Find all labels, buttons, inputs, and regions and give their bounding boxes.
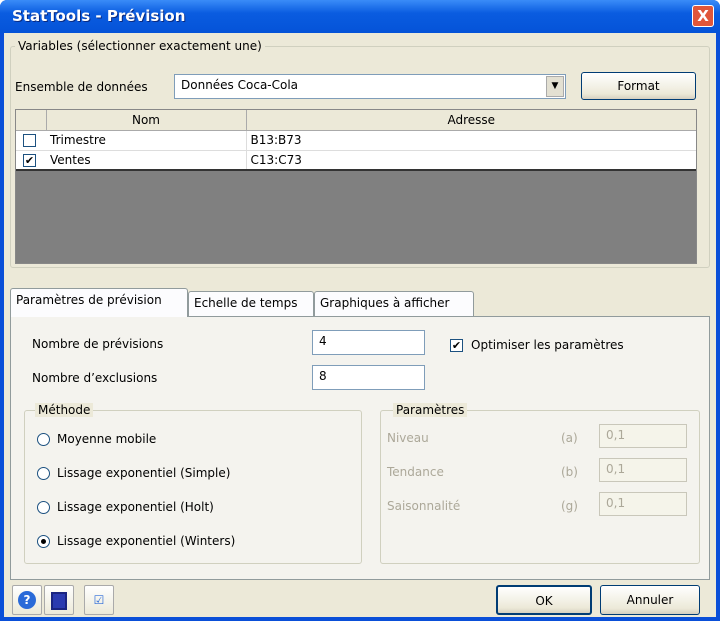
row-checkbox-checked[interactable]: ✔	[23, 153, 36, 167]
window-title: StatTools - Prévision	[12, 7, 186, 25]
variables-legend: Variables (sélectionner exactement une)	[15, 39, 265, 53]
tab-echelle-temps[interactable]: Echelle de temps	[188, 291, 314, 316]
params-group: Paramètres Niveau (a) 0,1 Tendance (b) 0…	[380, 403, 700, 564]
dataset-select[interactable]: Données Coca-Cola ▼	[174, 74, 566, 99]
tab-graphiques[interactable]: Graphiques à afficher	[314, 291, 474, 316]
options-button[interactable]: ☑	[84, 585, 114, 615]
help-icon: ?	[18, 591, 36, 609]
radio-simple[interactable]	[37, 467, 50, 480]
help-button[interactable]: ?	[12, 585, 42, 615]
optimize-checkbox[interactable]: ✔	[450, 339, 463, 352]
param-symbol: (g)	[561, 499, 578, 513]
param-label: Saisonnalité	[387, 499, 461, 513]
row-checkbox[interactable]	[23, 133, 36, 147]
checklist-icon: ☑	[93, 593, 105, 607]
num-forecasts-label: Nombre de prévisions	[32, 337, 164, 351]
param-symbol: (a)	[561, 431, 578, 445]
dataset-label: Ensemble de données	[15, 80, 148, 94]
radio-holt[interactable]	[37, 501, 50, 514]
variables-group: Variables (sélectionner exactement une) …	[10, 39, 710, 268]
row-name: Trimestre	[46, 130, 247, 150]
row-address: C13:C73	[250, 152, 302, 167]
column-header-nom[interactable]: Nom	[46, 110, 247, 131]
tab-parametres-prevision[interactable]: Paramètres de prévision	[10, 288, 188, 317]
table-row[interactable]: ✔ Ventes C13:C73	[16, 150, 696, 170]
close-button[interactable]: X	[692, 5, 714, 27]
variables-table: Nom Adresse Trimestre B13:B73 ✔ Ventes C…	[15, 109, 697, 264]
num-holdouts-input[interactable]: 8	[312, 365, 425, 390]
method-option[interactable]: Moyenne mobile	[57, 432, 156, 446]
method-legend: Méthode	[35, 403, 94, 417]
param-label: Niveau	[387, 431, 429, 445]
method-option[interactable]: Lissage exponentiel (Holt)	[57, 500, 214, 514]
row-name: Ventes	[46, 150, 247, 170]
tab-panel: Nombre de prévisions 4 Nombre d’exclusio…	[10, 316, 710, 580]
num-holdouts-label: Nombre d’exclusions	[32, 371, 158, 385]
table-row[interactable]: Trimestre B13:B73	[16, 130, 696, 150]
row-address: B13:B73	[250, 133, 302, 147]
radio-winters[interactable]	[37, 535, 50, 548]
column-header-adresse[interactable]: Adresse	[246, 110, 696, 131]
format-button[interactable]: Format	[581, 72, 696, 100]
optimize-label[interactable]: Optimiser les paramètres	[471, 338, 624, 352]
title-bar: StatTools - Prévision X	[0, 0, 720, 33]
param-input-niveau[interactable]: 0,1	[599, 424, 687, 448]
param-input-tendance[interactable]: 0,1	[599, 458, 687, 482]
num-forecasts-input[interactable]: 4	[312, 330, 425, 355]
method-group: Méthode Moyenne mobile Lissage exponenti…	[24, 403, 362, 564]
param-input-saisonnalite[interactable]: 0,1	[599, 492, 687, 516]
dataset-value: Données Coca-Cola	[181, 78, 299, 92]
param-symbol: (b)	[561, 465, 578, 479]
ok-button[interactable]: OK	[496, 585, 592, 615]
method-option[interactable]: Lissage exponentiel (Simple)	[57, 466, 230, 480]
cancel-button[interactable]: Annuler	[600, 585, 700, 615]
method-option[interactable]: Lissage exponentiel (Winters)	[57, 534, 235, 548]
save-button[interactable]	[44, 585, 74, 615]
save-icon	[51, 591, 67, 610]
dialog-window: StatTools - Prévision X Variables (sélec…	[0, 0, 720, 621]
param-label: Tendance	[387, 465, 444, 479]
params-legend: Paramètres	[393, 403, 468, 417]
radio-moving-average[interactable]	[37, 433, 50, 446]
chevron-down-icon[interactable]: ▼	[546, 76, 564, 97]
